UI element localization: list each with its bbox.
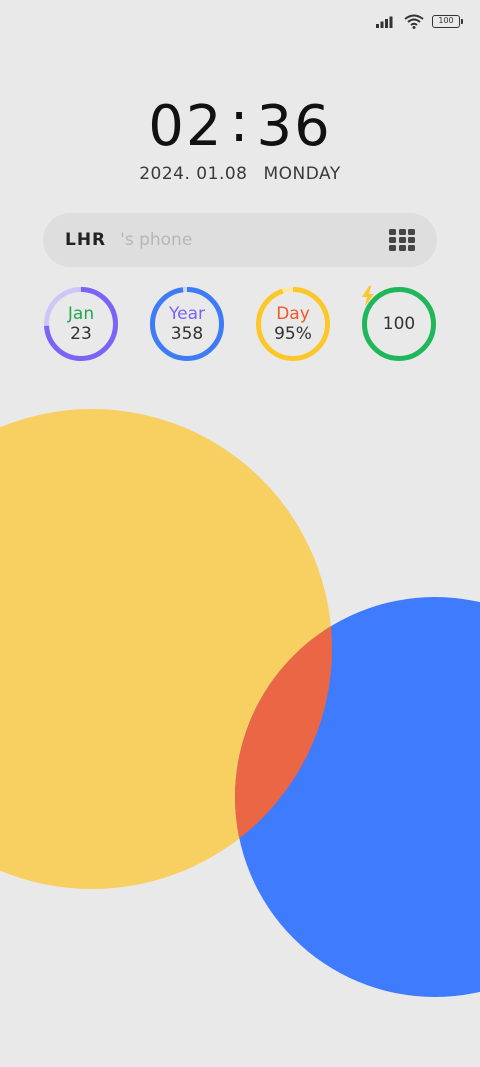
battery-level: 100 xyxy=(438,16,454,25)
widget-value: 358 xyxy=(170,324,204,344)
widget-label: Year xyxy=(169,304,205,324)
widget-value: 23 xyxy=(70,324,92,344)
year-day-widget[interactable]: Year 358 xyxy=(149,286,225,362)
date-text: 2024. 01.08 xyxy=(139,164,248,184)
signal-icon xyxy=(376,16,393,28)
wifi-icon xyxy=(404,14,424,29)
weekday-text: MONDAY xyxy=(263,164,341,184)
status-bar: 100 xyxy=(376,10,463,32)
month-day-widget[interactable]: Jan 23 xyxy=(43,286,119,362)
lightning-icon xyxy=(362,286,374,306)
grid-menu-icon[interactable] xyxy=(389,229,415,251)
clock-minutes: 36 xyxy=(256,94,332,159)
battery-icon: 100 xyxy=(432,14,463,28)
widget-label: Jan xyxy=(67,304,95,324)
date-row: 2024. 01.08 MONDAY xyxy=(0,164,480,184)
day-progress-widget[interactable]: Day 95% xyxy=(255,286,331,362)
widget-value: 100 xyxy=(382,314,416,334)
widget-label: Day xyxy=(276,304,310,324)
clock-separator: : xyxy=(229,90,251,155)
owner-name: LHR xyxy=(65,230,107,250)
battery-widget[interactable]: 100 xyxy=(361,286,437,362)
owner-suffix: 's phone xyxy=(120,230,193,250)
lockscreen-clock: 02:36 xyxy=(0,90,480,162)
device-name-pill[interactable]: LHR 's phone xyxy=(43,213,437,267)
clock-hours: 02 xyxy=(148,94,224,159)
widget-value: 95% xyxy=(274,324,312,344)
